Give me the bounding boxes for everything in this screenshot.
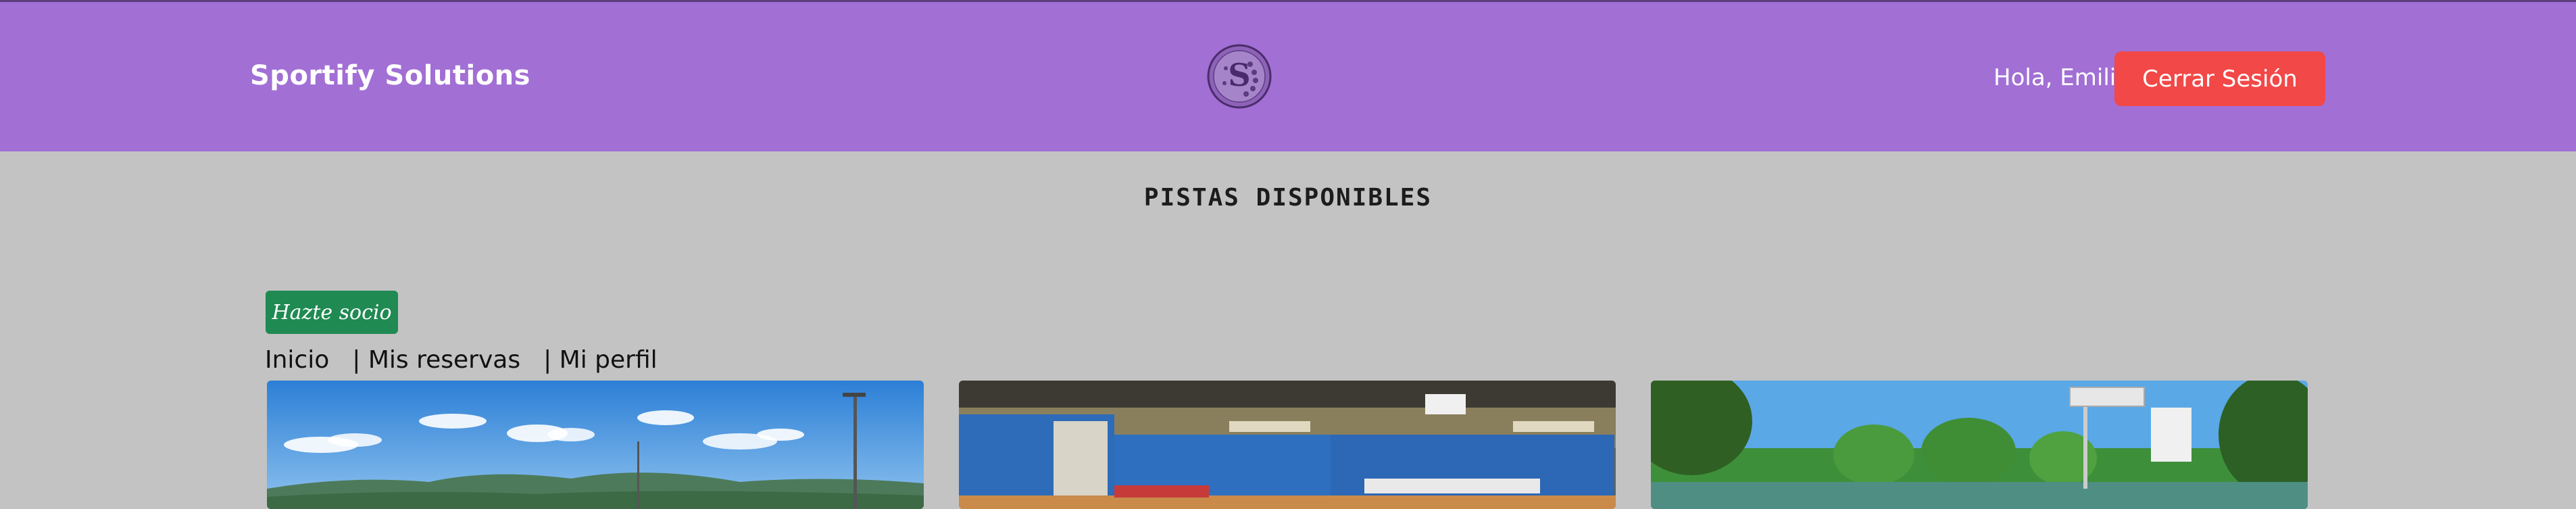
- page-title: Pistas disponibles: [1143, 184, 1433, 212]
- brand-name[interactable]: Sportify Solutions: [250, 60, 530, 91]
- become-member-button[interactable]: Hazte socio: [266, 291, 398, 334]
- sportify-logo-icon[interactable]: S: [1206, 41, 1273, 112]
- nav-link-my-bookings[interactable]: | Mis reservas: [352, 346, 520, 374]
- user-greeting: Hola, Emilio: [1993, 64, 2131, 91]
- svg-text:S: S: [1228, 57, 1250, 93]
- outdoor-court-image[interactable]: [267, 381, 924, 509]
- indoor-arena-image[interactable]: [959, 381, 1616, 509]
- basketball-court-image[interactable]: [1651, 381, 2308, 509]
- logout-button[interactable]: Cerrar Sesión: [2114, 51, 2325, 106]
- nav-links: Inicio | Mis reservas | Mi perfil: [265, 346, 658, 374]
- nav-link-home[interactable]: Inicio: [265, 346, 329, 374]
- top-header: Sportify Solutions S Hola, Emilio Cerrar…: [0, 0, 2576, 151]
- nav-link-my-profile[interactable]: | Mi perfil: [543, 346, 658, 374]
